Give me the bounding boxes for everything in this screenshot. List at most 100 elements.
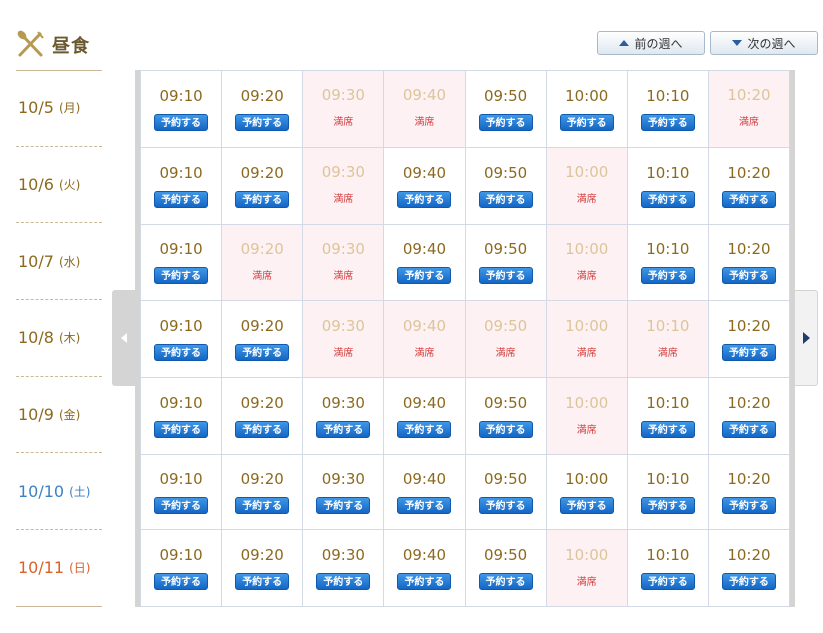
timeslot-time: 10:10 [646,470,690,489]
timeslot-available: 10:20 予約する [707,300,791,379]
previous-week-button[interactable]: 前の週へ [597,31,705,55]
utensils-icon [17,30,44,57]
full-status: 満席 [576,194,597,206]
timeslot-full: 10:00 満席 [545,223,628,302]
day-date: 10/8 [18,328,54,348]
full-status: 満席 [333,347,354,359]
reserve-button[interactable]: 予約する [721,497,776,515]
timeslot-available: 09:40 予約する [383,377,466,455]
timeslot-row: 09:10 予約する 09:20 予約する 09:30 満席 09:40 満席 09:50 満席 1… [139,300,791,379]
chevron-up-icon [619,40,630,46]
reserve-button[interactable]: 予約する [235,573,290,591]
full-status: 満席 [252,270,273,282]
timeslot-available: 10:00 予約する [545,453,628,531]
reserve-button[interactable]: 予約する [397,267,452,285]
reserve-button[interactable]: 予約する [721,267,776,285]
timeslot-time: 09:40 [402,546,447,565]
reserve-button[interactable]: 予約する [235,497,290,515]
reserve-button[interactable]: 予約する [478,190,533,208]
timeslot-full: 09:30 満席 [302,223,385,302]
reserve-button[interactable]: 予約する [397,421,452,439]
reserve-button[interactable]: 予約する [235,421,290,439]
timeslot-full: 10:00 満席 [545,377,628,455]
scroll-right-button[interactable] [795,290,818,386]
timeslot-time: 10:20 [727,163,771,182]
reserve-button[interactable]: 予約する [316,421,371,439]
reserve-button[interactable]: 予約する [478,113,533,131]
timeslot-available: 09:20 予約する [221,300,304,379]
timeslot-time: 09:10 [159,163,203,182]
timeslot-grid: 09:10 予約する 09:20 予約する 09:30 満席 09:40 満席 09:50 予約す… [135,70,795,607]
reserve-button[interactable]: 予約する [721,190,776,208]
reserve-button[interactable]: 予約する [154,267,209,285]
reserve-button[interactable]: 予約する [478,421,533,439]
timeslot-time: 10:00 [565,393,609,412]
reserve-button[interactable]: 予約する [397,190,452,208]
timeslot-available: 10:10 予約する [626,70,709,148]
day-date: 10/11 [18,558,65,578]
reserve-button[interactable]: 予約する [235,190,290,208]
timeslot-full: 09:30 満席 [302,70,385,148]
reserve-button[interactable]: 予約する [640,573,695,591]
day-date: 10/5 [18,98,54,118]
reserve-button[interactable]: 予約する [154,421,209,439]
timeslot-available: 09:20 予約する [221,529,304,607]
reserve-button[interactable]: 予約する [316,573,371,591]
reserve-button[interactable]: 予約する [154,344,209,362]
timeslot-available: 09:50 予約する [464,377,547,455]
timeslot-row: 09:10 予約する 09:20 予約する 09:30 予約する 09:40 予約する 09:5… [139,529,791,607]
timeslot-available: 09:10 予約する [139,453,223,531]
reserve-button[interactable]: 予約する [154,497,209,515]
reserve-button[interactable]: 予約する [235,113,290,131]
reserve-button[interactable]: 予約する [721,421,776,439]
timeslot-time: 09:20 [240,394,284,413]
reserve-button[interactable]: 予約する [478,267,533,285]
timeslot-available: 09:30 予約する [302,529,385,607]
reserve-button[interactable]: 予約する [721,344,776,362]
day-date: 10/6 [18,175,54,195]
day-weekday: (水) [58,254,81,269]
full-status: 満席 [495,347,516,359]
timeslot-time: 09:10 [159,86,203,105]
reserve-button[interactable]: 予約する [721,573,776,591]
reserve-button[interactable]: 予約する [559,497,614,515]
timeslot-time: 09:30 [321,239,365,258]
timeslot-available: 09:40 予約する [383,529,466,607]
scroll-left-button[interactable] [112,290,135,386]
timeslot-available: 10:20 予約する [707,529,791,607]
timeslot-time: 09:10 [159,546,203,565]
chevron-down-icon [732,40,743,46]
reserve-button[interactable]: 予約する [154,113,209,131]
day-weekday: (日) [69,561,91,576]
timeslot-available: 10:20 予約する [707,146,791,225]
timeslot-available: 10:10 予約する [626,377,709,455]
timeslot-time: 09:40 [402,163,447,182]
reserve-button[interactable]: 予約する [640,497,695,515]
timeslot-time: 09:10 [159,240,203,259]
reserve-button[interactable]: 予約する [640,113,695,131]
lunch-header: 昼食 [16,26,102,71]
reserve-button[interactable]: 予約する [478,573,533,591]
reserve-button[interactable]: 予約する [397,573,452,591]
timeslot-time: 10:20 [727,86,771,105]
reserve-button[interactable]: 予約する [397,497,452,515]
reserve-button[interactable]: 予約する [154,573,209,591]
timeslot-time: 10:10 [646,86,690,105]
reserve-button[interactable]: 予約する [154,190,209,208]
reserve-button[interactable]: 予約する [559,113,614,131]
timeslot-available: 09:10 予約する [139,377,223,455]
timeslot-time: 09:40 [402,240,447,259]
next-week-button[interactable]: 次の週へ [710,31,818,55]
reserve-button[interactable]: 予約する [478,497,533,515]
timeslot-available: 09:40 予約する [383,223,466,302]
reserve-button[interactable]: 予約する [235,344,290,362]
reserve-button[interactable]: 予約する [316,497,371,515]
chevron-left-icon [120,333,127,343]
reserve-button[interactable]: 予約する [640,421,695,439]
timeslot-available: 09:10 予約する [139,223,223,302]
timeslot-available: 09:50 予約する [464,223,547,302]
full-status: 満席 [576,576,597,588]
reserve-button[interactable]: 予約する [640,267,695,285]
timeslot-available: 10:00 予約する [545,70,628,148]
reserve-button[interactable]: 予約する [640,190,695,208]
